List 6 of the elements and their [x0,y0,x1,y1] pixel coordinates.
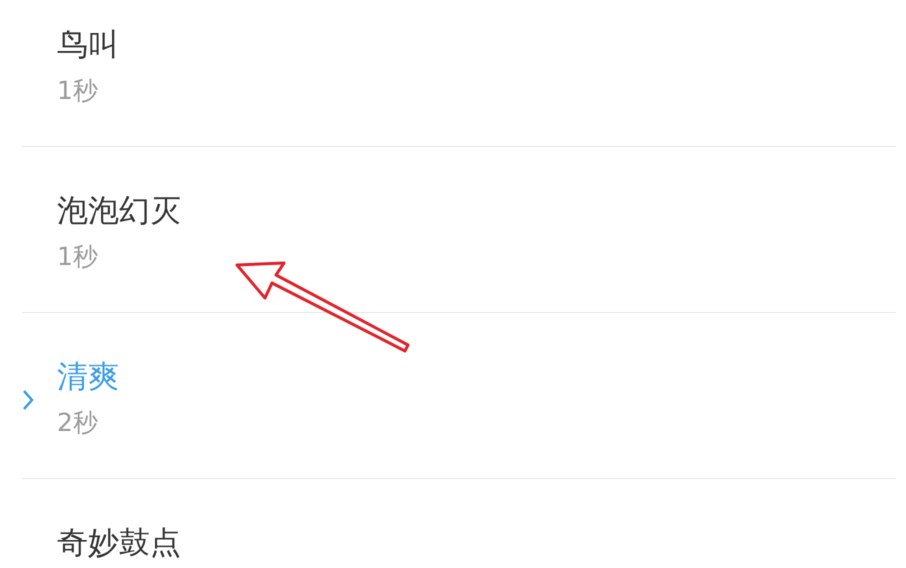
sound-name[interactable]: 奇妙鼓点 [57,523,896,563]
sound-duration: 2秒 [57,407,99,439]
sound-name[interactable]: 泡泡幻灭 [57,191,896,231]
sound-name[interactable]: 鸟叫 [57,25,896,65]
sound-duration: 1秒 [57,75,99,107]
sound-duration: 1秒 [57,241,99,273]
